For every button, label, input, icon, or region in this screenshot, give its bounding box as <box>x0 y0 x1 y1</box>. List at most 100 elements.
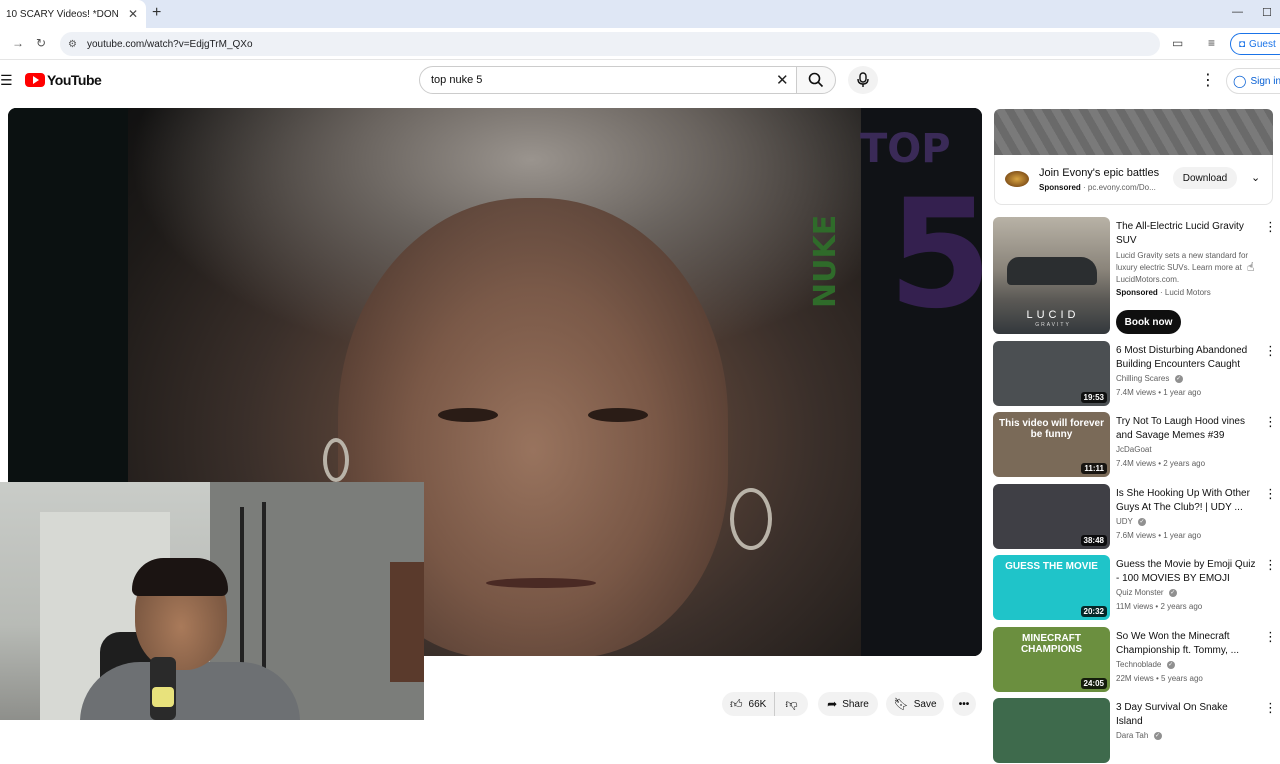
youtube-logo[interactable]: YouTube <box>25 72 102 88</box>
more-actions-button[interactable]: ••• <box>952 692 976 716</box>
video-thumbnail[interactable]: GUESS THE MOVIE 20:32 <box>993 555 1110 620</box>
thumbnail-caption: MINECRAFT CHAMPIONS <box>1020 633 1083 655</box>
channel-name[interactable]: JcDaGoat <box>1116 445 1152 454</box>
evony-logo-icon[interactable] <box>1005 171 1029 187</box>
video-meta: 22M views • 5 years ago <box>1116 674 1203 683</box>
logo-text: YouTube <box>47 72 102 88</box>
tab-close-icon[interactable]: ✕ <box>128 7 138 21</box>
channel-name[interactable]: Dara Tah <box>1116 731 1148 740</box>
thumb-brand: LUCID <box>1026 309 1080 321</box>
cast-icon[interactable]: ▭ <box>1172 36 1183 50</box>
search-icon <box>808 72 824 88</box>
recommendation-item[interactable]: 38:48 Is She Hooking Up With Other Guys … <box>993 484 1280 550</box>
channel-line: Chilling Scares ✓ <box>1116 374 1183 383</box>
share-button[interactable]: ➦ Share <box>818 692 878 716</box>
tab-search-icon[interactable]: ≡ <box>1208 36 1215 50</box>
video-title[interactable]: 6 Most Disturbing Abandoned Building Enc… <box>1116 344 1256 372</box>
ad-card[interactable]: Join Evony's epic battles Sponsored · pc… <box>994 155 1273 205</box>
more-vertical-icon[interactable]: ⋮ <box>1264 220 1277 233</box>
address-bar[interactable]: ⚙ youtube.com/watch?v=EdjgTrM_QXo <box>60 32 1160 56</box>
channel-name[interactable]: Chilling Scares <box>1116 374 1169 383</box>
sponsored-description: Lucid Gravity sets a new standard for lu… <box>1116 251 1249 284</box>
sponsored-label: Sponsored <box>1116 288 1158 297</box>
ad-banner-image[interactable] <box>994 109 1273 155</box>
video-thumbnail[interactable]: MINECRAFT CHAMPIONS 24:05 <box>993 627 1110 692</box>
channel-name[interactable]: Quiz Monster <box>1116 588 1164 597</box>
clear-search-icon[interactable]: ✕ <box>776 71 789 89</box>
webcam-bar <box>240 507 244 667</box>
advertiser-name: Lucid Motors <box>1164 288 1211 297</box>
minimize-icon[interactable]: — <box>1232 6 1243 18</box>
more-vertical-icon[interactable]: ⋮ <box>1264 344 1277 357</box>
video-thumbnail[interactable] <box>993 698 1110 763</box>
url-text: youtube.com/watch?v=EdjgTrM_QXo <box>86 38 253 50</box>
channel-name[interactable]: UDY <box>1116 517 1133 526</box>
more-vertical-icon[interactable]: ⋮ <box>1264 487 1277 500</box>
ad-domain: pc.evony.com/Do... <box>1087 183 1156 192</box>
menu-icon[interactable]: ☰ <box>0 72 13 89</box>
more-vertical-icon[interactable]: ⋮ <box>1264 558 1277 571</box>
save-label: Save <box>913 698 937 710</box>
dislike-button[interactable]: 👎︎ <box>774 692 808 716</box>
search-box[interactable] <box>419 66 797 94</box>
video-earring-right <box>730 488 772 550</box>
ad-sponsor-line: Sponsored · pc.evony.com/Do... <box>1039 183 1156 192</box>
verified-icon: ✓ <box>1166 660 1175 669</box>
search-button[interactable] <box>796 66 836 94</box>
browser-tab[interactable]: 10 SCARY Videos! *DON'T watch ✕ <box>0 0 146 28</box>
sponsored-thumbnail[interactable]: LUCID GRAVITY <box>993 217 1110 334</box>
share-label: Share <box>842 698 869 710</box>
more-vertical-icon[interactable]: ⋮ <box>1264 701 1277 714</box>
ad-download-button[interactable]: Download <box>1173 167 1237 189</box>
video-thumbnail[interactable]: 38:48 <box>993 484 1110 549</box>
video-title[interactable]: So We Won the Minecraft Championship ft.… <box>1116 630 1256 658</box>
sign-in-button[interactable]: ◯ Sign in <box>1226 68 1280 94</box>
video-title[interactable]: 3 Day Survival On Snake Island <box>1116 701 1256 729</box>
site-info-icon[interactable]: ⚙ <box>68 39 77 50</box>
video-duration: 24:05 <box>1080 678 1107 689</box>
more-options-icon[interactable]: ⋮ <box>1200 70 1216 90</box>
browser-tabstrip: 10 SCARY Videos! *DON'T watch ✕ + — ☐ <box>0 0 1280 28</box>
sign-in-label: Sign in <box>1250 75 1280 87</box>
bookmark-icon: 🔖︎ <box>893 697 909 711</box>
recommendation-item[interactable]: MINECRAFT CHAMPIONS 24:05 So We Won the … <box>993 627 1280 693</box>
channel-line: Dara Tah ✓ <box>1116 731 1162 740</box>
new-tab-button[interactable]: + <box>152 4 161 22</box>
video-title[interactable]: Is She Hooking Up With Other Guys At The… <box>1116 487 1256 515</box>
sponsored-video[interactable]: LUCID GRAVITY The All-Electric Lucid Gra… <box>993 217 1280 335</box>
search-input[interactable] <box>431 74 761 86</box>
verified-icon: ✓ <box>1174 374 1183 383</box>
recommendation-item[interactable]: 3 Day Survival On Snake Island Dara Tah … <box>993 698 1280 764</box>
chevron-down-icon[interactable]: ⌄ <box>1251 171 1260 184</box>
video-meta: 7.4M views • 1 year ago <box>1116 388 1202 397</box>
more-vertical-icon[interactable]: ⋮ <box>1264 630 1277 643</box>
channel-name[interactable]: Technoblade <box>1116 660 1161 669</box>
like-count: 66K <box>748 698 767 710</box>
profile-button[interactable]: ◘ Guest <box>1230 33 1280 55</box>
recommendation-item[interactable]: 19:53 6 Most Disturbing Abandoned Buildi… <box>993 341 1280 407</box>
save-button[interactable]: 🔖︎ Save <box>886 692 944 716</box>
video-thumbnail[interactable]: This video will forever be funny 11:11 <box>993 412 1110 477</box>
like-button[interactable]: 👍︎ 66K <box>722 692 774 716</box>
mouse-cursor-icon: ☝ <box>1247 260 1255 274</box>
ad-title[interactable]: Join Evony's epic battles <box>1039 167 1159 179</box>
sponsored-byline: Sponsored · Lucid Motors <box>1116 288 1211 297</box>
video-duration: 38:48 <box>1080 535 1107 546</box>
recommendation-item[interactable]: This video will forever be funny 11:11 T… <box>993 412 1280 478</box>
reload-icon[interactable]: ↻ <box>36 36 46 50</box>
browser-toolbar: → ↻ ⚙ youtube.com/watch?v=EdjgTrM_QXo ▭ … <box>0 28 1280 60</box>
account-icon: ◯ <box>1233 74 1247 88</box>
voice-search-button[interactable] <box>848 66 878 94</box>
sponsored-title[interactable]: The All-Electric Lucid Gravity SUV <box>1116 220 1256 248</box>
video-title[interactable]: Guess the Movie by Emoji Quiz - 100 MOVI… <box>1116 558 1256 586</box>
video-title[interactable]: Try Not To Laugh Hood vines and Savage M… <box>1116 415 1256 443</box>
verified-icon: ✓ <box>1168 588 1177 597</box>
book-now-button[interactable]: Book now <box>1116 310 1181 334</box>
more-vertical-icon[interactable]: ⋮ <box>1264 415 1277 428</box>
webcam-person-body <box>80 662 300 720</box>
recommendation-item[interactable]: GUESS THE MOVIE 20:32 Guess the Movie by… <box>993 555 1280 621</box>
video-thumbnail[interactable]: 19:53 <box>993 341 1110 406</box>
forward-icon[interactable]: → <box>12 36 24 50</box>
maximize-icon[interactable]: ☐ <box>1262 6 1272 19</box>
video-duration: 11:11 <box>1081 463 1107 474</box>
